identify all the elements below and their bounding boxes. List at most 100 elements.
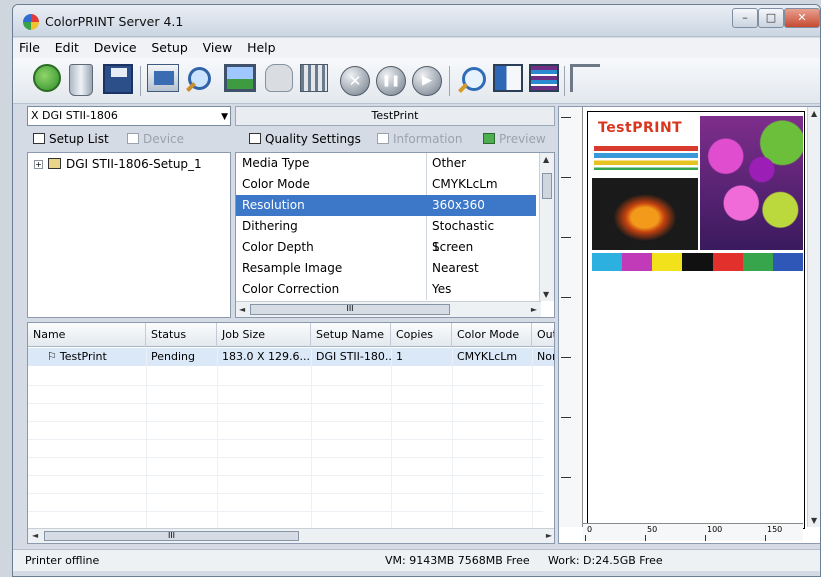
tab-quality-label: Quality Settings xyxy=(265,132,361,146)
status-work: Work: D:24.5GB Free xyxy=(548,554,663,567)
layout-icon[interactable] xyxy=(493,64,523,92)
property-key: Color Depth xyxy=(242,240,314,254)
table-row[interactable]: ⚐ TestPrint Pending 183.0 X 129.6... DGI … xyxy=(28,348,554,366)
quality-settings-grid: Media Type Other Color Mode CMYKLcLm Resol… xyxy=(235,152,555,318)
goldfish-photo xyxy=(592,178,698,250)
job-list-header: Name Status Job Size Setup Name Copies C… xyxy=(28,323,554,347)
tab-preview[interactable]: Preview xyxy=(483,132,546,146)
property-row[interactable]: Color Mode CMYKLcLm xyxy=(236,174,536,195)
scroll-right-icon[interactable]: ► xyxy=(546,531,552,540)
scroll-right-icon[interactable]: ► xyxy=(531,305,537,314)
save-icon[interactable] xyxy=(103,64,133,94)
ruler-tick xyxy=(561,117,571,118)
property-row-selected[interactable]: Resolution 360x360 xyxy=(236,195,536,216)
menu-setup[interactable]: Setup xyxy=(145,38,192,55)
scroll-up-icon[interactable]: ▲ xyxy=(811,109,817,118)
refresh-icon[interactable] xyxy=(33,64,61,92)
right-tabs: Quality Settings Information Preview xyxy=(235,128,555,152)
data-icon[interactable] xyxy=(529,64,559,92)
title-bar[interactable]: ColorPRINT Server 4.1 – □ ✕ xyxy=(13,5,820,37)
magnify-icon[interactable] xyxy=(183,64,211,96)
stop-icon[interactable]: ✕ xyxy=(340,66,370,96)
maximize-button[interactable]: □ xyxy=(758,8,784,28)
scroll-down-icon[interactable]: ▼ xyxy=(543,290,549,299)
job-name: ⚐ TestPrint xyxy=(42,348,146,366)
scroll-down-icon[interactable]: ▼ xyxy=(811,516,817,525)
preview-icon xyxy=(483,133,495,144)
column-divider xyxy=(532,347,533,529)
property-row[interactable]: Color Depth 1 xyxy=(236,237,536,258)
property-row[interactable]: Color Correction Yes xyxy=(236,279,536,300)
column-header-job-size[interactable]: Job Size xyxy=(217,323,311,347)
status-bar: Printer offline VM: 9143MB 7568MB Free W… xyxy=(13,549,820,571)
grid-icon[interactable] xyxy=(300,64,328,92)
scroll-up-icon[interactable]: ▲ xyxy=(543,155,549,164)
menu-edit[interactable]: Edit xyxy=(49,38,84,55)
tab-quality-settings[interactable]: Quality Settings xyxy=(249,132,361,146)
print-page-preview[interactable]: TestPRINT xyxy=(587,111,805,529)
scroll-thumb[interactable] xyxy=(542,173,552,199)
scroll-left-icon[interactable]: ◄ xyxy=(32,531,38,540)
ruler-tick xyxy=(561,177,571,178)
scroll-thumb[interactable]: III xyxy=(250,304,450,315)
swatch-magenta xyxy=(622,253,653,271)
column-divider xyxy=(426,174,427,195)
column-header-status[interactable]: Status xyxy=(146,323,217,347)
trash-icon[interactable] xyxy=(69,64,93,96)
menu-view[interactable]: View xyxy=(197,38,238,55)
property-row[interactable]: Resample Image Nearest xyxy=(236,258,536,279)
ruler-label: 0 xyxy=(587,525,593,534)
menu-file[interactable]: File xyxy=(13,38,45,55)
expand-icon[interactable]: + xyxy=(34,160,43,169)
find-icon[interactable] xyxy=(456,64,486,96)
minimize-button[interactable]: – xyxy=(732,8,758,28)
jobs-horizontal-scrollbar[interactable]: ◄ III ► xyxy=(28,528,554,543)
job-color-mode: CMYKLcLm xyxy=(457,350,518,363)
scroll-left-icon[interactable]: ◄ xyxy=(239,305,245,314)
image-icon[interactable] xyxy=(224,64,256,92)
play-icon[interactable]: ▶ xyxy=(412,66,442,96)
column-header-setup-name[interactable]: Setup Name xyxy=(311,323,391,347)
property-row[interactable]: Dithering Stochastic Screen xyxy=(236,216,536,254)
column-divider xyxy=(426,258,427,279)
column-header-color-mode[interactable]: Color Mode xyxy=(452,323,532,347)
setup-icon[interactable] xyxy=(147,64,179,92)
chevron-down-icon[interactable]: ▼ xyxy=(221,108,228,126)
property-row[interactable]: Media Type Other xyxy=(236,153,536,174)
property-value: 360x360 xyxy=(432,198,485,212)
tree-item-label: DGI STII-1806-Setup_1 xyxy=(66,157,202,171)
toolbar-separator xyxy=(449,66,450,96)
tab-setup-list[interactable]: Setup List xyxy=(33,132,109,146)
column-header-output[interactable]: Outp xyxy=(532,323,554,347)
ruler-tick xyxy=(561,297,571,298)
properties-horizontal-scrollbar[interactable]: ◄ III ► xyxy=(236,301,541,317)
close-button[interactable]: ✕ xyxy=(784,8,820,28)
column-header-name[interactable]: Name xyxy=(28,323,146,347)
property-key: Resolution xyxy=(242,198,305,212)
scroll-thumb[interactable]: III xyxy=(44,531,299,541)
swatch-red xyxy=(712,253,743,271)
vertical-ruler xyxy=(559,107,583,527)
properties-vertical-scrollbar[interactable]: ▲ ▼ xyxy=(539,153,554,301)
pause-icon[interactable]: ❚❚ xyxy=(376,66,406,96)
swatch-cyan xyxy=(592,253,623,271)
printer-name-label: TestPrint xyxy=(235,106,555,126)
tab-setup-list-label: Setup List xyxy=(49,132,109,146)
horizontal-ruler: 0 50 100 150 xyxy=(583,523,803,541)
hand-icon[interactable] xyxy=(265,64,293,92)
column-divider xyxy=(146,347,147,529)
window-title: ColorPRINT Server 4.1 xyxy=(45,14,184,29)
setup-select[interactable]: X DGI STII-1806 ▼ xyxy=(27,106,231,126)
rotate-icon[interactable] xyxy=(570,64,600,92)
column-header-copies[interactable]: Copies xyxy=(391,323,452,347)
tab-information[interactable]: Information xyxy=(377,132,462,146)
menu-help[interactable]: Help xyxy=(241,38,281,55)
tree-item-setup[interactable]: + DGI STII-1806-Setup_1 xyxy=(34,157,202,171)
tab-preview-label: Preview xyxy=(499,132,546,146)
tab-device[interactable]: Device xyxy=(127,132,184,146)
preview-vertical-scrollbar[interactable]: ▲ ▼ xyxy=(807,107,820,527)
ruler-tick xyxy=(645,535,646,541)
job-size: 183.0 X 129.6... xyxy=(222,350,310,363)
menu-device[interactable]: Device xyxy=(88,38,142,55)
row-divider xyxy=(28,403,543,404)
